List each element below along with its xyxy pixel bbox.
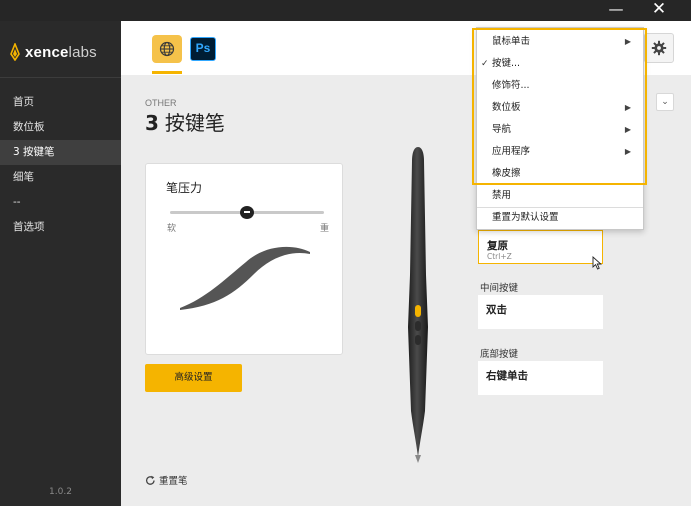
lower-button-value: 右键单击	[486, 370, 528, 382]
menu-item-reset-default[interactable]: 重置为默认设置	[477, 207, 643, 229]
pressure-slider[interactable]	[170, 206, 324, 219]
sidebar-item-thin-pen[interactable]: 细笔	[0, 165, 121, 190]
middle-button-label: 中间按键	[480, 283, 519, 294]
lower-button-setting[interactable]: 右键单击	[478, 361, 603, 395]
pressure-min-label: 软	[167, 224, 177, 234]
reset-pen-label: 重置笔	[159, 476, 188, 487]
page-title: 3 按键笔	[145, 111, 225, 135]
lower-button-label: 底部按键	[480, 349, 519, 360]
pressure-max-label: 重	[320, 224, 330, 234]
pen-upper-button	[415, 305, 421, 317]
sidebar-divider	[0, 77, 121, 78]
tab-photoshop-app[interactable]: Ps	[188, 35, 218, 63]
sidebar-nav: 首页 数位板 3 按键笔 细笔 -- 首选项	[0, 90, 121, 240]
upper-button-setting[interactable]: 复原 Ctrl+Z	[478, 230, 603, 264]
pen-pressure-title: 笔压力	[166, 181, 203, 195]
tab-global-app[interactable]	[152, 35, 182, 63]
title-bar: — ✕	[0, 0, 691, 21]
mouse-pointer-icon	[592, 256, 602, 270]
close-button[interactable]: ✕	[644, 0, 674, 21]
pen-middle-button	[415, 321, 421, 331]
upper-button-value: 复原	[487, 240, 508, 252]
version-label: 1.0.2	[49, 487, 72, 497]
menu-highlight-frame	[472, 28, 647, 185]
reset-pen-button[interactable]: 重置笔	[145, 473, 188, 487]
globe-icon	[159, 41, 175, 57]
pen-lower-button	[415, 335, 421, 345]
advanced-settings-button[interactable]: 高级设置	[145, 364, 242, 392]
pressure-slider-thumb[interactable]	[240, 206, 254, 219]
gear-icon	[651, 40, 667, 56]
upper-button-shortcut: Ctrl+Z	[487, 252, 512, 261]
sidebar-item-placeholder[interactable]: --	[0, 190, 121, 215]
middle-button-value: 双击	[486, 304, 507, 316]
app-settings-button[interactable]	[644, 33, 674, 63]
middle-button-setting[interactable]: 双击	[478, 295, 603, 329]
reset-icon	[146, 475, 155, 485]
pen-pressure-card: 笔压力 软 重	[145, 163, 343, 355]
sidebar-item-3-button-pen[interactable]: 3 按键笔	[0, 140, 121, 165]
sidebar-item-preferences[interactable]: 首选项	[0, 215, 121, 240]
sidebar: xencelabs 首页 数位板 3 按键笔 细笔 -- 首选项 1.0.2	[0, 21, 121, 506]
pen-illustration	[408, 147, 428, 463]
logo-text: xencelabs	[25, 43, 97, 61]
sidebar-item-home[interactable]: 首页	[0, 90, 121, 115]
menu-item-disable[interactable]: 禁用	[477, 185, 643, 207]
pen-select-dropdown[interactable]: ⌄	[656, 93, 674, 111]
minimize-button[interactable]: —	[601, 0, 631, 21]
xencelabs-logo: xencelabs	[10, 41, 97, 63]
xencelabs-logo-icon	[10, 43, 20, 61]
selected-app-indicator	[152, 71, 182, 74]
pressure-curve	[180, 246, 310, 310]
sidebar-item-tablet[interactable]: 数位板	[0, 115, 121, 140]
menu-item-label: 禁用	[492, 190, 512, 201]
menu-item-label: 重置为默认设置	[492, 212, 559, 223]
ps-icon: Ps	[190, 37, 216, 61]
